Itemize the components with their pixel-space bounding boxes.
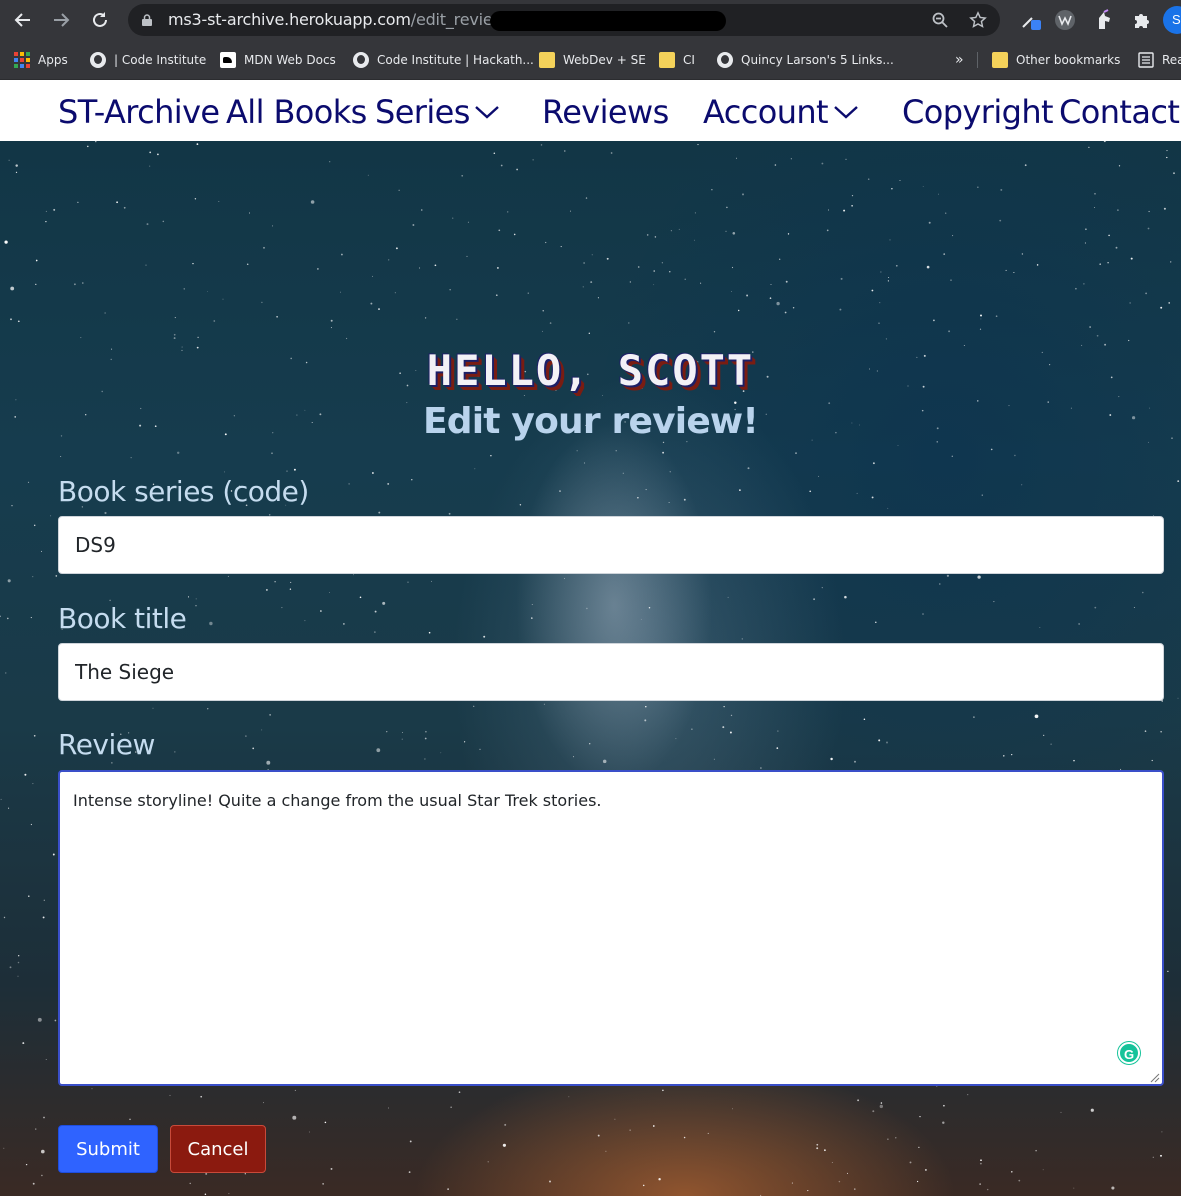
globe-icon bbox=[717, 52, 733, 68]
nav-reviews-link[interactable]: Reviews bbox=[542, 93, 669, 131]
mdn-icon bbox=[220, 52, 236, 68]
profile-avatar[interactable]: S bbox=[1163, 6, 1181, 34]
nav-contact-link[interactable]: Contact bbox=[1059, 93, 1180, 131]
chevron-down-icon[interactable] bbox=[833, 104, 859, 120]
bookmarks-overflow-chevron[interactable]: » bbox=[955, 50, 964, 70]
browser-toolbar: ms3-st-archive.herokuapp.com/edit_review… bbox=[0, 0, 1181, 40]
bookmark-code-institute[interactable]: | Code Institute bbox=[90, 50, 206, 70]
site-navbar: ST-Archive All Books Series Reviews Acco… bbox=[0, 80, 1181, 141]
page-subtitle: Edit your review! bbox=[422, 401, 759, 442]
submit-button[interactable]: Submit bbox=[58, 1125, 158, 1173]
reading-list-icon bbox=[1138, 52, 1154, 68]
puzzle-icon[interactable] bbox=[1130, 8, 1154, 32]
resize-grip-icon[interactable] bbox=[1150, 1073, 1160, 1083]
bookmark-mdn[interactable]: MDN Web Docs bbox=[220, 50, 336, 70]
greeting-heading: HELLO, SCOTT bbox=[426, 346, 755, 395]
lock-icon bbox=[142, 14, 152, 26]
address-bar[interactable]: ms3-st-archive.herokuapp.com/edit_review… bbox=[128, 4, 1000, 36]
reload-icon[interactable] bbox=[88, 8, 112, 32]
unicorn-extension-icon[interactable] bbox=[1093, 8, 1117, 32]
bookmarks-bar: Apps | Code Institute MDN Web Docs Code … bbox=[0, 40, 1181, 80]
bookmark-webdev-se[interactable]: WebDev + SE bbox=[539, 50, 646, 70]
bookmark-ci[interactable]: CI bbox=[659, 50, 695, 70]
bookmark-code-institute-hackathon[interactable]: Code Institute | Hackath... bbox=[353, 50, 534, 70]
review-label: Review bbox=[58, 728, 155, 761]
book-title-input[interactable] bbox=[58, 643, 1164, 701]
starfield-background: HELLO, SCOTT Edit your review! Book seri… bbox=[0, 141, 1181, 1196]
cancel-button[interactable]: Cancel bbox=[170, 1125, 266, 1173]
bookmark-other-bookmarks[interactable]: Other bookmarks bbox=[992, 50, 1120, 70]
zoom-icon[interactable] bbox=[930, 10, 950, 30]
folder-icon bbox=[539, 52, 555, 68]
bookmark-reading-list[interactable]: Rea bbox=[1138, 50, 1181, 70]
redacted-url-segment bbox=[490, 11, 726, 31]
nav-all-books-link[interactable]: All Books bbox=[226, 93, 367, 131]
bookmark-quincy-larson[interactable]: Quincy Larson's 5 Links... bbox=[717, 50, 894, 70]
bookmark-apps[interactable]: Apps bbox=[14, 50, 68, 70]
nav-brand-link[interactable]: ST-Archive bbox=[58, 93, 220, 131]
folder-icon bbox=[659, 52, 675, 68]
nav-series-dropdown[interactable]: Series bbox=[375, 93, 470, 131]
book-series-label: Book series (code) bbox=[58, 475, 309, 508]
url-text: ms3-st-archive.herokuapp.com/edit_review… bbox=[168, 10, 511, 29]
forward-icon[interactable] bbox=[49, 8, 73, 32]
back-icon[interactable] bbox=[11, 8, 35, 32]
apps-icon bbox=[14, 52, 30, 68]
wappalyzer-extension-icon[interactable] bbox=[1053, 8, 1077, 32]
star-icon[interactable] bbox=[968, 10, 988, 30]
bookmarks-divider bbox=[977, 52, 978, 68]
eyedropper-extension-icon[interactable] bbox=[1018, 8, 1042, 32]
globe-icon bbox=[353, 52, 369, 68]
nav-copyright-link[interactable]: Copyright bbox=[902, 93, 1054, 131]
grammarly-icon[interactable]: G bbox=[1118, 1042, 1140, 1064]
book-series-input[interactable] bbox=[58, 516, 1164, 574]
book-title-label: Book title bbox=[58, 602, 187, 635]
review-textarea[interactable]: Intense storyline! Quite a change from t… bbox=[58, 770, 1164, 1086]
folder-icon bbox=[992, 52, 1008, 68]
nav-account-dropdown[interactable]: Account bbox=[703, 93, 829, 131]
chevron-down-icon[interactable] bbox=[474, 104, 500, 120]
globe-icon bbox=[90, 52, 106, 68]
